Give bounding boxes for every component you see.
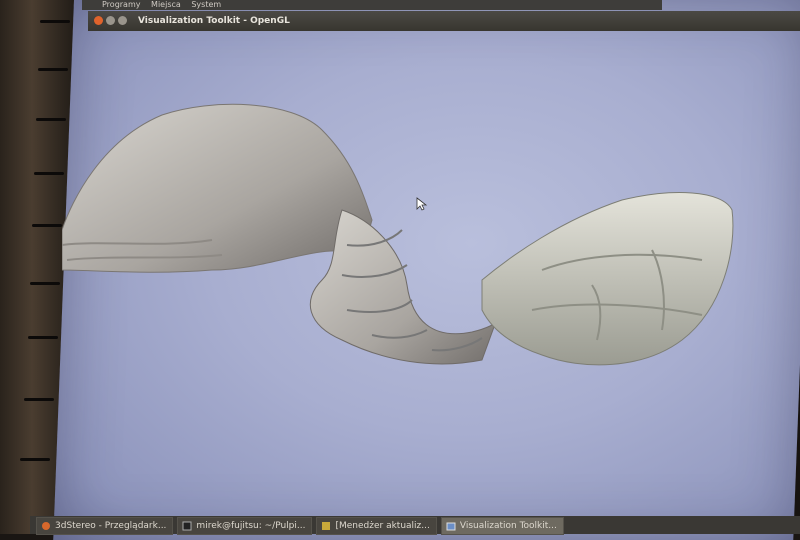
task-label: Visualization Toolkit... [459, 521, 557, 531]
window-titlebar[interactable]: Visualization Toolkit - OpenGL [88, 11, 800, 31]
task-vtk-window[interactable]: Visualization Toolkit... [440, 517, 564, 535]
menu-places[interactable]: Miejsca [151, 0, 181, 9]
update-manager-icon [322, 522, 331, 530]
close-button[interactable] [94, 16, 103, 25]
menu-system[interactable]: System [191, 0, 221, 9]
colon-segment [481, 192, 734, 366]
mouse-cursor-icon [416, 197, 428, 211]
maximize-button[interactable] [118, 16, 127, 25]
window-controls [94, 16, 127, 25]
taskbar: 3dStereo - Przeglądark... mirek@fujitsu:… [30, 516, 800, 535]
task-terminal[interactable]: mirek@fujitsu: ~/Pulpi... [177, 517, 313, 535]
duodenum-segment [309, 209, 507, 365]
menu-programs[interactable]: Programy [102, 0, 141, 9]
task-label: 3dStereo - Przeglądark... [55, 521, 167, 531]
gnome-top-panel: Programy Miejsca System [82, 0, 662, 10]
terminal-icon [182, 521, 192, 531]
task-update-manager[interactable]: [Menedżer aktualiz... [316, 517, 437, 535]
minimize-button[interactable] [106, 16, 115, 25]
task-browser[interactable]: 3dStereo - Przeglądark... [36, 517, 174, 535]
window-title: Visualization Toolkit - OpenGL [138, 16, 290, 26]
task-label: mirek@fujitsu: ~/Pulpi... [196, 521, 306, 531]
window-icon [446, 522, 456, 531]
browser-icon [42, 522, 50, 530]
vtk-render-viewport[interactable] [62, 70, 742, 400]
task-label: [Menedżer aktualiz... [335, 521, 430, 531]
stomach-segment [62, 103, 373, 273]
